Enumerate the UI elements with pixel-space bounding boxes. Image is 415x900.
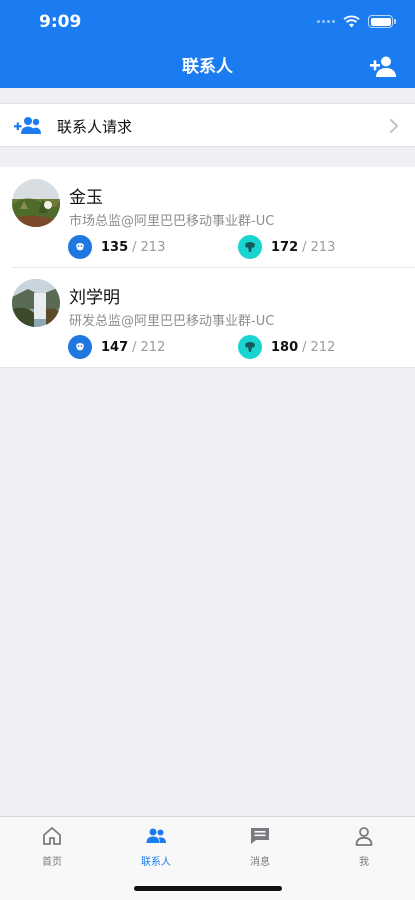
contact-name: 金玉 (69, 188, 103, 208)
tab-label: 首页 (42, 857, 62, 868)
badge-blue-icon (68, 335, 92, 359)
signal-icon (317, 20, 335, 23)
contact-title: 研发总监@阿里巴巴移动事业群-UC (69, 314, 275, 329)
tab-home[interactable]: 首页 (22, 825, 82, 868)
stat-separator: / (132, 339, 137, 355)
stat-total: 212 (140, 339, 166, 355)
profile-icon (355, 827, 373, 846)
tab-label: 联系人 (141, 857, 171, 868)
tab-messages[interactable]: 消息 (230, 825, 290, 868)
tab-label: 我 (359, 857, 369, 868)
status-time: 9:09 (39, 12, 82, 32)
add-group-icon (14, 117, 41, 134)
home-icon (43, 827, 61, 845)
badge-cyan-icon (238, 335, 262, 359)
battery-icon (368, 15, 396, 28)
badge-blue-icon (68, 235, 92, 259)
avatar (12, 179, 60, 227)
contact-item[interactable]: 刘学明 研发总监@阿里巴巴移动事业群-UC 147 / 212 180 / 21… (0, 267, 415, 367)
avatar (12, 279, 60, 327)
contact-stat: 180 / 212 (238, 335, 335, 359)
wifi-icon (343, 15, 360, 28)
tab-contacts[interactable]: 联系人 (126, 825, 186, 868)
contacts-icon (146, 828, 166, 843)
stat-value: 135 (101, 239, 129, 255)
contact-stat: 147 / 212 (68, 335, 165, 359)
stat-separator: / (132, 239, 137, 255)
contact-name: 刘学明 (69, 288, 120, 308)
contact-requests-row[interactable]: 联系人请求 (0, 103, 415, 147)
stat-separator: / (302, 239, 307, 255)
stat-separator: / (302, 339, 307, 355)
stat-total: 213 (140, 239, 166, 255)
stat-total: 212 (310, 339, 336, 355)
contacts-list: 金玉 市场总监@阿里巴巴移动事业群-UC 135 / 213 172 / 213 (0, 167, 415, 368)
badge-cyan-icon (238, 235, 262, 259)
stat-total: 213 (310, 239, 336, 255)
tab-profile[interactable]: 我 (334, 825, 394, 868)
contact-item[interactable]: 金玉 市场总监@阿里巴巴移动事业群-UC 135 / 213 172 / 213 (0, 167, 415, 267)
message-icon (251, 828, 269, 844)
contact-stat: 172 / 213 (238, 235, 335, 259)
add-person-icon[interactable] (369, 54, 397, 80)
stat-value: 180 (271, 339, 299, 355)
status-icons (317, 15, 396, 28)
contact-title: 市场总监@阿里巴巴移动事业群-UC (69, 214, 275, 229)
home-indicator (134, 886, 282, 891)
page-title: 联系人 (182, 57, 233, 77)
contact-requests-label: 联系人请求 (57, 118, 133, 136)
contact-stat: 135 / 213 (68, 235, 165, 259)
tab-label: 消息 (250, 857, 270, 868)
chevron-right-icon (390, 119, 398, 133)
stat-value: 147 (101, 339, 129, 355)
stat-value: 172 (271, 239, 299, 255)
top-bar: 9:09 联系人 (0, 0, 415, 88)
